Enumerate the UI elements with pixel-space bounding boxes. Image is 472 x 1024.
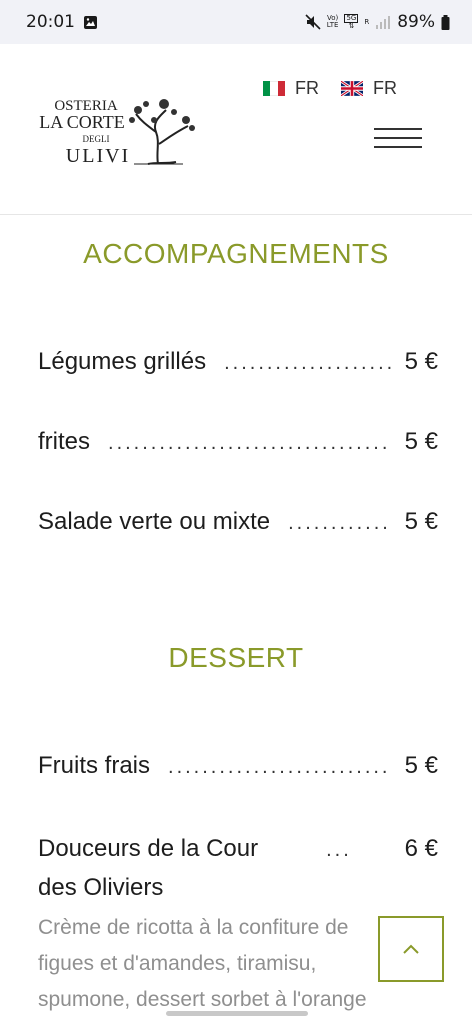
language-label: FR — [295, 78, 319, 98]
dot-leader: ........................................… — [168, 756, 391, 778]
battery-icon — [441, 14, 450, 30]
dot-leader: ........................................… — [224, 352, 391, 374]
item-price: 5 € — [404, 428, 438, 455]
item-price: 6 € — [404, 835, 438, 862]
volte-indicator: Vo) LTE — [326, 14, 339, 29]
section-title-dessert: DESSERT — [168, 642, 304, 673]
status-bar: 20:01 Vo) LTE 5G ⇅ R 89% — [0, 0, 472, 44]
battery-percent: 89% — [397, 12, 435, 32]
site-header: OSTERIA LA CORTE DEGLI ULIVI FR FR — [0, 44, 472, 215]
menu-hamburger-button[interactable] — [374, 128, 422, 150]
item-price: 5 € — [404, 508, 438, 535]
dot-leader: ... — [326, 839, 352, 861]
olive-tree-icon — [134, 109, 189, 165]
item-name: Douceurs de la Cour — [38, 835, 259, 862]
item-name: frites — [38, 428, 91, 455]
menu-item: frites .................................… — [38, 428, 438, 456]
uk-flag-icon — [341, 81, 363, 96]
item-description: Crème de ricotta à la confiture de figue… — [38, 916, 367, 1011]
mute-icon — [305, 14, 321, 30]
item-name-continued: des Oliviers — [38, 874, 164, 901]
roaming-indicator: R — [364, 17, 370, 26]
gallery-icon — [84, 15, 97, 29]
menu-item: Légumes grillés ........................… — [38, 348, 438, 376]
gesture-navigation-bar[interactable] — [166, 1011, 308, 1016]
section-title-accompagnements: ACCOMPAGNEMENTS — [83, 238, 389, 269]
svg-text:LA CORTE: LA CORTE — [39, 112, 124, 132]
signal-icon — [376, 16, 391, 29]
item-name: Fruits frais — [38, 752, 151, 779]
item-price: 5 € — [404, 348, 438, 375]
item-name: Légumes grillés — [38, 348, 207, 375]
menu-item: Fruits frais ...........................… — [38, 752, 438, 780]
item-price: 5 € — [404, 752, 438, 779]
language-label: FR — [373, 78, 397, 98]
back-to-top-button[interactable] — [378, 916, 444, 982]
dot-leader: ........................................… — [108, 432, 391, 454]
restaurant-logo[interactable]: OSTERIA LA CORTE DEGLI ULIVI — [38, 92, 198, 217]
italy-flag-icon — [263, 81, 285, 96]
status-time: 20:01 — [26, 12, 75, 32]
svg-text:DEGLI: DEGLI — [83, 134, 110, 144]
item-name: Salade verte ou mixte — [38, 508, 271, 535]
language-english[interactable]: FR — [341, 78, 397, 99]
menu-item: Douceurs de la Cour ... 6 € des Oliviers — [38, 830, 438, 907]
chevron-up-icon — [403, 944, 419, 954]
svg-text:ULIVI: ULIVI — [66, 145, 130, 167]
language-italian[interactable]: FR — [263, 78, 319, 99]
network-indicator: 5G ⇅ — [344, 14, 359, 30]
dot-leader: ........................................… — [288, 512, 391, 534]
menu-item: Salade verte ou mixte ..................… — [38, 508, 438, 536]
